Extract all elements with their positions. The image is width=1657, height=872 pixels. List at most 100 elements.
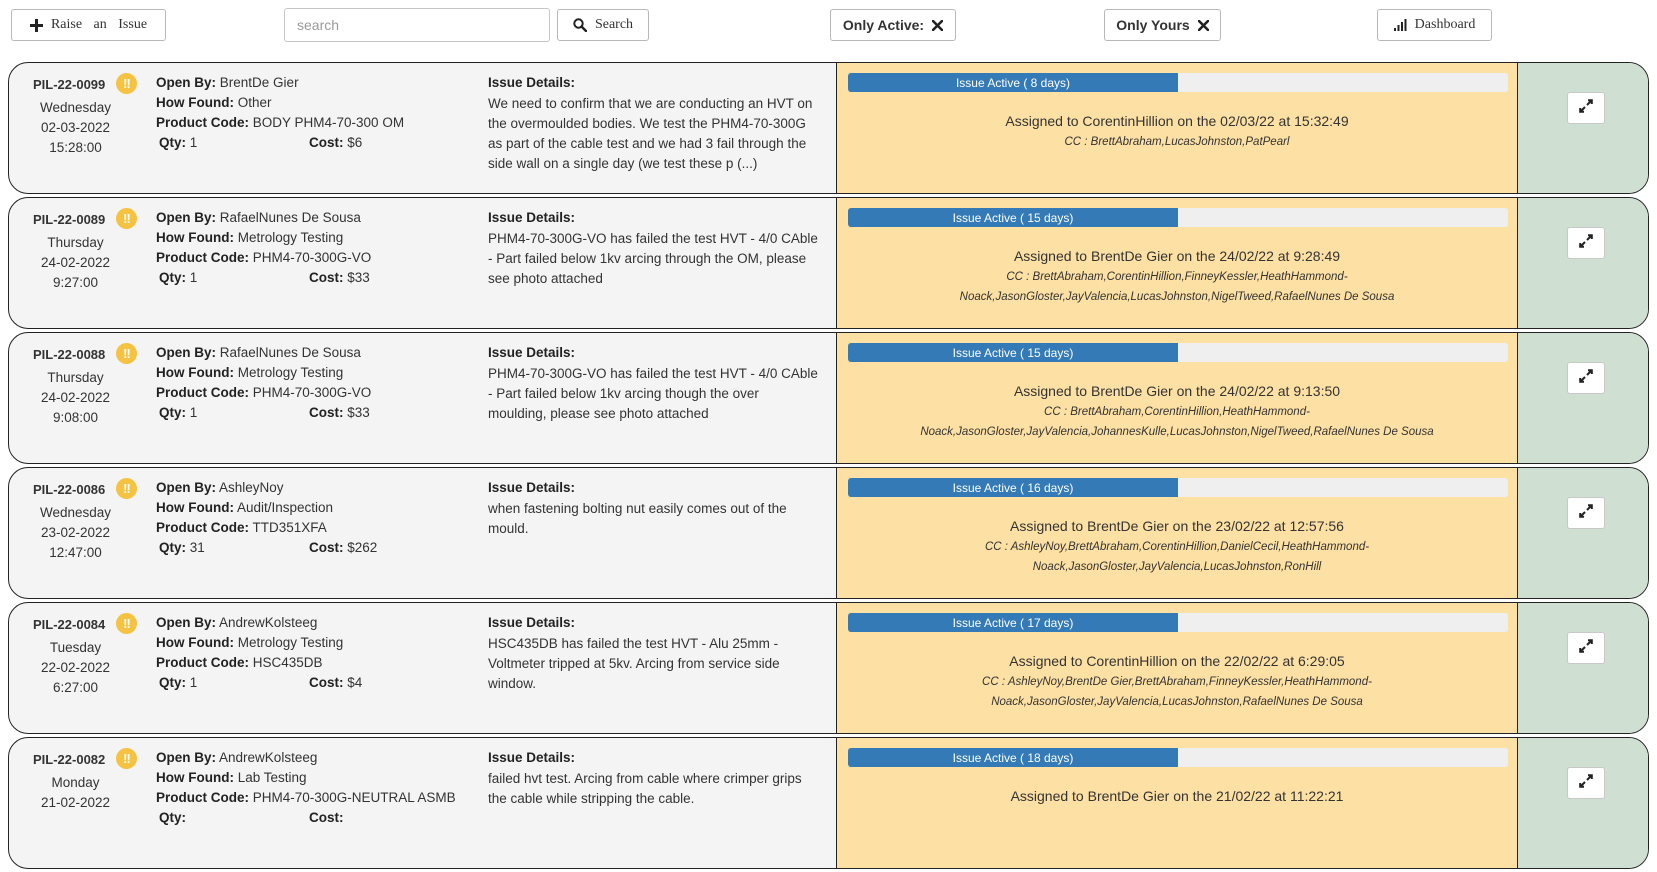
progress-bar-fill: Issue Active ( 18 days) [848,748,1178,767]
issue-id[interactable]: PIL-22-0088 [33,347,105,362]
issue-id[interactable]: PIL-22-0082 [33,752,105,767]
issue-id[interactable]: PIL-22-0084 [33,617,105,632]
open-by-label: Open By: [156,345,217,360]
issue-time: 6:27:00 [52,680,99,695]
issue-action [1518,198,1648,328]
qty-row: Qty: 1 [159,270,197,285]
issue-details-label: Issue Details: [488,480,576,495]
qty-label: Qty: [159,135,186,150]
how-found-value: Metrology Testing [237,635,344,650]
issue-day: Thursday [47,370,104,385]
issue-meta: Open By: AndrewKolsteeg How Found: Metro… [142,603,474,733]
assigned-text: Assigned to CorentinHillion on the 22/02… [1009,653,1345,669]
how-found-label: How Found: [156,770,234,785]
progress-bar-fill: Issue Active ( 15 days) [848,343,1178,362]
issue-action [1518,603,1648,733]
issue-details-text: PHM4-70-300G-VO has failed the test HVT … [488,231,818,286]
raise-issue-label: Raise an Issue [50,17,148,32]
expand-icon [1579,368,1593,388]
raise-issue-button[interactable]: Raise an Issue [11,9,166,41]
issue-details-text: We need to confirm that we are conductin… [488,96,813,171]
issue-id[interactable]: PIL-22-0086 [33,482,105,497]
close-icon[interactable] [1197,19,1209,31]
issue-details: Issue Details: when fastening bolting nu… [474,468,837,598]
issue-id-column: PIL-22-0088 !! Thursday 24-02-2022 9:08:… [9,333,142,463]
issue-card[interactable]: PIL-22-0086 !! Wednesday 23-02-2022 12:4… [8,467,1649,599]
issue-id-column: PIL-22-0099 !! Wednesday 02-03-2022 15:2… [9,63,142,193]
status-label: Issue Active ( 16 days) [952,480,1074,495]
only-active-label: Only Active: [842,17,925,33]
search-input[interactable] [284,8,550,42]
progress-bar: Issue Active ( 18 days) [848,748,1508,767]
issue-card[interactable]: PIL-22-0084 !! Tuesday 22-02-2022 6:27:0… [8,602,1649,734]
open-by-row: Open By: AndrewKolsteeg [156,750,317,765]
issue-card[interactable]: PIL-22-0082 !! Monday 21-02-2022 Open By… [8,737,1649,869]
product-code-value: PHM4-70-300G-VO [252,385,372,400]
qty-label: Qty: [159,810,186,825]
search-button[interactable]: Search [557,9,649,41]
status-label: Issue Active ( 17 days) [952,615,1074,630]
expand-button[interactable] [1567,497,1605,529]
cost-row: Cost: $33 [309,405,370,420]
issue-day: Wednesday [39,100,112,115]
how-found-label: How Found: [156,230,234,245]
toolbar: Raise an Issue Search Only Active: Only … [0,0,1657,62]
issue-card[interactable]: PIL-22-0089 !! Thursday 24-02-2022 9:27:… [8,197,1649,329]
qty-label: Qty: [159,405,186,420]
qty-row: Qty: 1 [159,405,197,420]
issue-details-label: Issue Details: [488,750,576,765]
issue-details: Issue Details: HSC435DB has failed the t… [474,603,837,733]
issue-status: Issue Active ( 15 days) Assigned to Bren… [837,333,1518,463]
warning-flag-icon: !! [116,343,137,364]
expand-icon [1579,98,1593,118]
open-by-row: Open By: RafaelNunes De Sousa [156,345,361,360]
issue-details-label: Issue Details: [488,75,576,90]
product-code-value: TTD351XFA [252,520,327,535]
dashboard-label: Dashboard [1414,17,1476,32]
expand-button[interactable] [1567,362,1605,394]
issue-id-column: PIL-22-0084 !! Tuesday 22-02-2022 6:27:0… [9,603,142,733]
product-code-label: Product Code: [156,385,249,400]
expand-button[interactable] [1567,92,1605,124]
open-by-value: AndrewKolsteeg [219,750,318,765]
only-active-filter[interactable]: Only Active: [830,9,956,41]
expand-button[interactable] [1567,632,1605,664]
issue-date: 21-02-2022 [40,795,111,810]
only-yours-filter[interactable]: Only Yours [1104,9,1221,41]
close-icon[interactable] [932,19,944,31]
progress-bar: Issue Active ( 17 days) [848,613,1508,632]
progress-bar: Issue Active ( 8 days) [848,73,1508,92]
dashboard-button[interactable]: Dashboard [1377,9,1492,41]
status-label: Issue Active ( 15 days) [952,210,1074,225]
open-by-label: Open By: [156,210,217,225]
product-code-row: Product Code: PHM4-70-300G-NEUTRAL ASMB [156,790,456,805]
cost-row: Cost: [309,810,344,825]
issue-id[interactable]: PIL-22-0099 [33,77,105,92]
only-yours-label: Only Yours [1116,17,1190,33]
qty-label: Qty: [159,675,186,690]
issue-details-text: when fastening bolting nut easily comes … [488,501,787,536]
issue-status: Issue Active ( 16 days) Assigned to Bren… [837,468,1518,598]
issue-card[interactable]: PIL-22-0088 !! Thursday 24-02-2022 9:08:… [8,332,1649,464]
cc-list: CC : BrettAbraham,LucasJohnston,PatPearl [1064,136,1290,148]
issue-date: 02-03-2022 [40,120,111,135]
issue-action [1518,468,1648,598]
issue-card[interactable]: PIL-22-0099 !! Wednesday 02-03-2022 15:2… [8,62,1649,194]
warning-flag-icon: !! [116,613,137,634]
issue-day: Tuesday [49,640,102,655]
qty-value: 1 [189,135,198,150]
issue-date: 24-02-2022 [40,255,111,270]
issue-status: Issue Active ( 8 days) Assigned to Coren… [837,63,1518,193]
product-code-value: PHM4-70-300G-NEUTRAL ASMB [252,790,456,805]
issue-id[interactable]: PIL-22-0089 [33,212,105,227]
cost-label: Cost: [309,540,344,555]
issue-day: Wednesday [39,505,112,520]
how-found-row: How Found: Metrology Testing [156,635,343,650]
expand-icon [1579,503,1593,523]
cc-list: CC : AshleyNoy,BrettAbraham,CorentinHill… [984,541,1370,573]
expand-button[interactable] [1567,227,1605,259]
cost-row: Cost: $6 [309,135,362,150]
how-found-value: Metrology Testing [237,365,344,380]
issue-details-text: failed hvt test. Arcing from cable where… [488,771,802,806]
expand-button[interactable] [1567,767,1605,799]
